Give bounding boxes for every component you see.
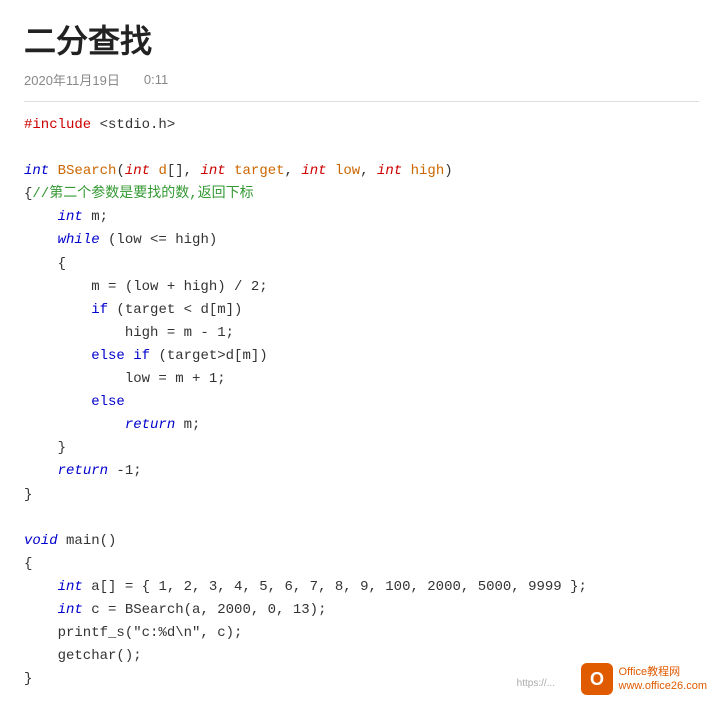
return-kw2: return	[58, 463, 108, 479]
code-line-13: else	[24, 391, 699, 414]
func-name: BSearch	[58, 163, 117, 179]
code-line-9: if (target < d[m])	[24, 299, 699, 322]
code-line-22: int c = BSearch(a, 2000, 0, 13);	[24, 599, 699, 622]
code-line-17: }	[24, 484, 699, 507]
return-kw1: return	[125, 417, 175, 433]
if-kw1: if	[91, 302, 108, 318]
date-label: 2020年11月19日	[24, 70, 120, 89]
while-kw: while	[58, 232, 100, 248]
int-kw1: int	[24, 163, 49, 179]
code-line-19: void main()	[24, 530, 699, 553]
code-line-21: int a[] = { 1, 2, 3, 4, 5, 6, 7, 8, 9, 1…	[24, 576, 699, 599]
int-kw3: int	[58, 579, 83, 595]
code-line-10: high = m - 1;	[24, 322, 699, 345]
if-kw2: if	[133, 348, 150, 364]
meta-row: 2020年11月19日 0:11	[24, 70, 699, 89]
int-kw2: int	[58, 209, 83, 225]
int-kw4: int	[58, 602, 83, 618]
time-label: 0:11	[144, 72, 168, 87]
include-kw: #include	[24, 117, 91, 133]
footer-site-url: www.office26.com	[619, 679, 707, 693]
code-section: #include <stdio.h> int BSearch(int d[], …	[0, 114, 723, 707]
code-line-blank1	[24, 137, 699, 160]
code-line-14: return m;	[24, 414, 699, 437]
page-container: 二分查找 2020年11月19日 0:11 #include <stdio.h>…	[0, 0, 723, 707]
footer-site-label: Office教程网	[619, 665, 707, 679]
footer-text-block: Office教程网 www.office26.com	[619, 665, 707, 694]
footer-url: https://...	[517, 678, 555, 689]
param-type4: int	[377, 163, 402, 179]
header-section: 二分查找 2020年11月19日 0:11	[0, 0, 723, 101]
void-kw: void	[24, 533, 58, 549]
code-line-6: while (low <= high)	[24, 229, 699, 252]
param-type2: int	[200, 163, 225, 179]
code-line-8: m = (low + high) / 2;	[24, 276, 699, 299]
param3: low	[335, 163, 360, 179]
footer-logo: O Office教程网 www.office26.com	[581, 663, 707, 695]
else-kw2: else	[91, 394, 125, 410]
code-line-blank2	[24, 507, 699, 530]
comment1: //第二个参数是要找的数,返回下标	[32, 186, 253, 202]
param2: target	[234, 163, 284, 179]
code-line-23: printf_s("c:%d\n", c);	[24, 622, 699, 645]
code-line-5: int m;	[24, 206, 699, 229]
page-title: 二分查找	[24, 16, 699, 62]
office-icon: O	[581, 663, 613, 695]
code-line-16: return -1;	[24, 460, 699, 483]
header-divider	[24, 101, 699, 102]
code-line-11: else if (target>d[m])	[24, 345, 699, 368]
else-kw1: else	[91, 348, 125, 364]
param1: d	[158, 163, 166, 179]
svg-text:O: O	[590, 669, 604, 689]
param-type3: int	[301, 163, 326, 179]
code-line-12: low = m + 1;	[24, 368, 699, 391]
code-line-15: }	[24, 437, 699, 460]
code-line-20: {	[24, 553, 699, 576]
param4: high	[411, 163, 445, 179]
code-line-7: {	[24, 253, 699, 276]
code-line-1: #include <stdio.h>	[24, 114, 699, 137]
code-line-3: int BSearch(int d[], int target, int low…	[24, 160, 699, 183]
code-line-4: {//第二个参数是要找的数,返回下标	[24, 183, 699, 206]
param-type1: int	[125, 163, 150, 179]
